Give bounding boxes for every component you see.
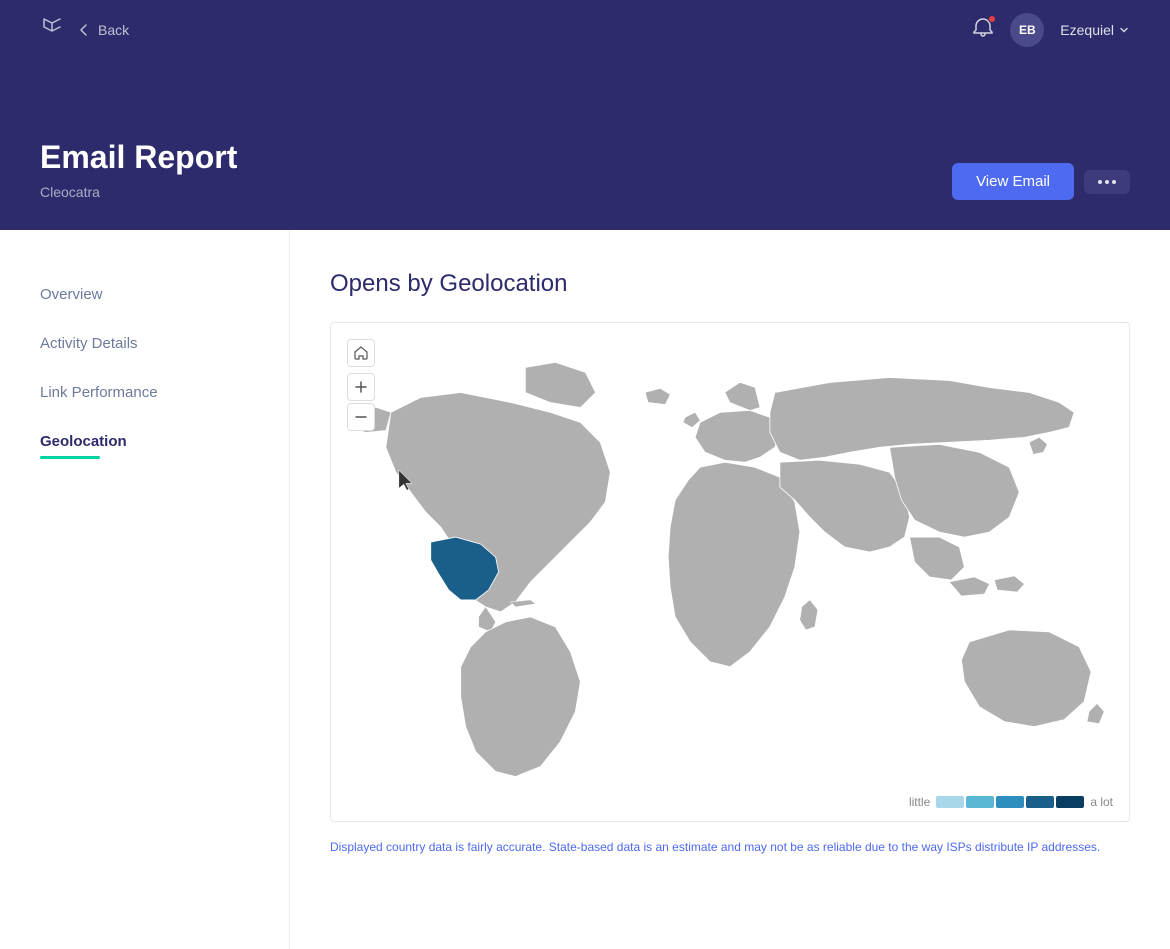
header-title-block: Email Report Cleocatra <box>40 139 237 200</box>
legend-segment-2 <box>966 796 994 808</box>
more-options-button[interactable] <box>1084 170 1130 194</box>
legend-segment-3 <box>996 796 1024 808</box>
sidebar: Overview Activity Details Link Performan… <box>0 230 290 949</box>
page-subtitle: Cleocatra <box>40 184 237 200</box>
sidebar-item-activity-details[interactable]: Activity Details <box>40 319 249 368</box>
legend-lot-label: a lot <box>1090 795 1113 809</box>
page-title: Email Report <box>40 139 237 176</box>
avatar: EB <box>1010 13 1044 47</box>
header-actions: View Email <box>952 163 1130 200</box>
logo-icon <box>40 15 64 45</box>
legend-segment-1 <box>936 796 964 808</box>
section-title: Opens by Geolocation <box>330 270 1130 298</box>
legend-little-label: little <box>909 795 930 809</box>
notifications-bell[interactable] <box>972 17 994 44</box>
map-zoom-in-button[interactable] <box>347 373 375 401</box>
map-home-button[interactable] <box>347 339 375 367</box>
world-map <box>331 323 1129 821</box>
back-button[interactable]: Back <box>76 22 129 38</box>
map-legend: little a lot <box>909 795 1113 809</box>
top-nav: Back EB Ezequiel <box>40 0 1130 60</box>
legend-bar <box>936 796 1084 808</box>
page-header: Back EB Ezequiel Email Report Cleocatra <box>0 0 1170 230</box>
map-zoom-out-button[interactable] <box>347 403 375 431</box>
map-controls <box>347 339 375 431</box>
content-area: Opens by Geolocation <box>290 230 1170 949</box>
view-email-button[interactable]: View Email <box>952 163 1074 200</box>
map-container[interactable]: little a lot <box>330 322 1130 822</box>
legend-segment-5 <box>1056 796 1084 808</box>
notification-dot <box>988 15 996 23</box>
nav-left: Back <box>40 15 129 45</box>
sidebar-item-geolocation[interactable]: Geolocation <box>40 417 249 475</box>
main-layout: Overview Activity Details Link Performan… <box>0 230 1170 949</box>
legend-segment-4 <box>1026 796 1054 808</box>
header-content: Email Report Cleocatra View Email <box>40 60 1130 230</box>
user-menu[interactable]: Ezequiel <box>1060 22 1130 38</box>
disclaimer-text: Displayed country data is fairly accurat… <box>330 838 1130 856</box>
sidebar-item-overview[interactable]: Overview <box>40 270 249 319</box>
nav-right: EB Ezequiel <box>972 13 1130 47</box>
sidebar-item-link-performance[interactable]: Link Performance <box>40 368 249 417</box>
